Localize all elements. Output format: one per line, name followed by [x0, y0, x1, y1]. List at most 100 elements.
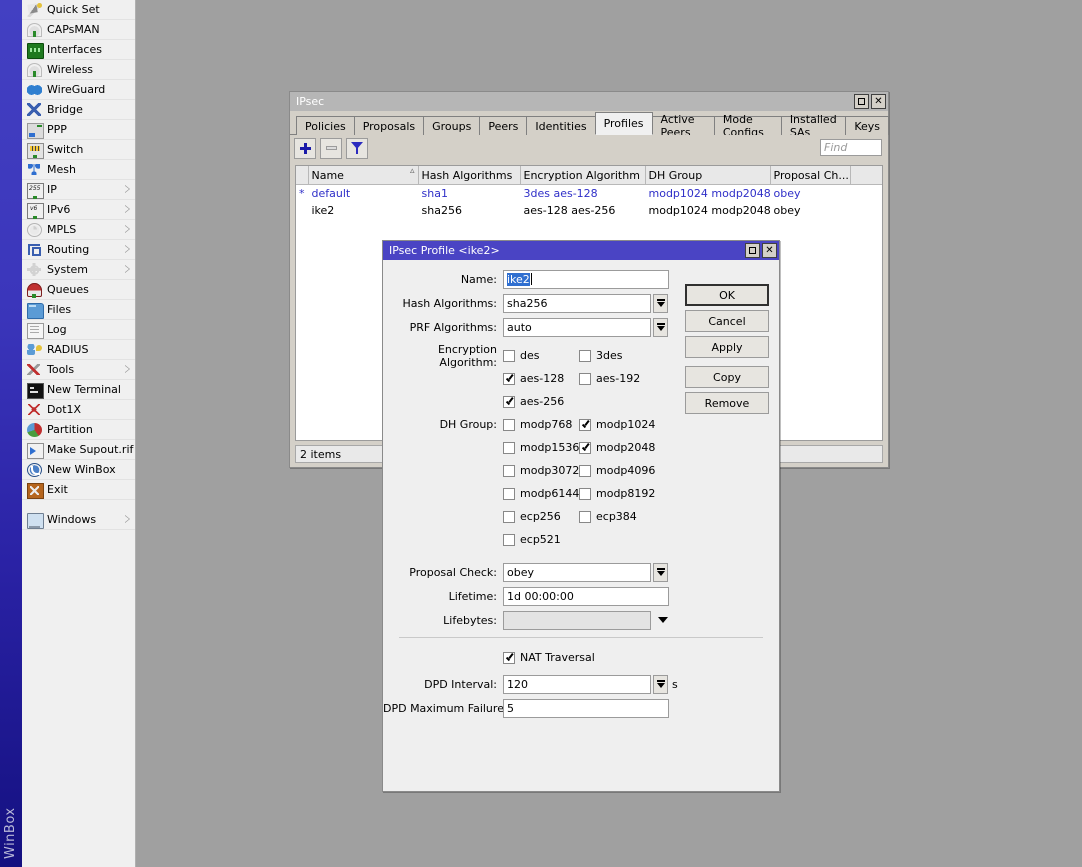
sidebar-item-new-winbox[interactable]: New WinBox — [22, 460, 135, 480]
checkbox-modp2048[interactable]: modp2048 — [579, 441, 655, 454]
checkbox-3des[interactable]: 3des — [579, 349, 622, 362]
tab-installed-sas[interactable]: Installed SAs — [780, 113, 847, 139]
tab-groups[interactable]: Groups — [423, 116, 481, 135]
checkbox-des[interactable]: des — [503, 349, 579, 362]
remove-button[interactable] — [320, 137, 342, 159]
checkbox-modp768[interactable]: modp768 — [503, 418, 579, 431]
sidebar-item-mesh[interactable]: Mesh — [22, 160, 135, 180]
dpd-interval-input[interactable]: 120 — [503, 674, 651, 694]
table-row[interactable]: ike2 sha256 aes-128 aes-256 modp1024 modp20… — [296, 202, 882, 219]
sidebar-item-windows[interactable]: Windows — [22, 510, 135, 530]
dialog-button-column[interactable]: OK Cancel Apply Copy Remove — [685, 284, 769, 418]
sidebar-item-files[interactable]: Files — [22, 300, 135, 320]
sidebar-item-ppp[interactable]: PPP — [22, 120, 135, 140]
ipsec-window-titlebar[interactable]: IPsec ✕ — [290, 92, 888, 111]
column-header-encryption-algorithm[interactable]: Encryption Algorithm — [520, 166, 646, 185]
find-input[interactable]: Find — [820, 139, 882, 156]
tab-proposals[interactable]: Proposals — [353, 116, 425, 135]
sidebar-item-capsman[interactable]: CAPsMAN — [22, 20, 135, 40]
sidebar-item-tools[interactable]: Tools — [22, 360, 135, 380]
sidebar-item-wireguard[interactable]: WireGuard — [22, 80, 135, 100]
sidebar-item-ip[interactable]: IP — [22, 180, 135, 200]
checkbox-modp6144[interactable]: modp6144 — [503, 487, 579, 500]
sidebar-item-routing[interactable]: Routing — [22, 240, 135, 260]
copy-button[interactable]: Copy — [685, 366, 769, 388]
sidebar-item-ipv6[interactable]: IPv6 — [22, 200, 135, 220]
table-row[interactable]: * default sha1 3des aes-128 modp1024 modp204… — [296, 185, 882, 203]
column-header-hash-algorithms[interactable]: Hash Algorithms — [418, 166, 521, 185]
tab-profiles[interactable]: Profiles — [594, 112, 653, 135]
sidebar-item-queues[interactable]: Queues — [22, 280, 135, 300]
checkbox-modp1024[interactable]: modp1024 — [579, 418, 655, 431]
checkbox-label: modp1536 — [520, 441, 580, 454]
tab-policies[interactable]: Policies — [296, 116, 355, 135]
sidebar-item-switch[interactable]: Switch — [22, 140, 135, 160]
add-button[interactable] — [294, 137, 316, 159]
tab-active-peers[interactable]: Active Peers — [651, 113, 715, 139]
sidebar-item-make-supout-rif[interactable]: Make Supout.rif — [22, 440, 135, 460]
proposal-check-dropdown-button[interactable] — [653, 562, 668, 582]
column-header-name[interactable]: Name — [308, 166, 419, 185]
sidebar-item-bridge[interactable]: Bridge — [22, 100, 135, 120]
sidebar-item-interfaces[interactable]: Interfaces — [22, 40, 135, 60]
sidebar-item-wireless[interactable]: Wireless — [22, 60, 135, 80]
sidebar-item-mpls[interactable]: MPLS — [22, 220, 135, 240]
checkbox-modp4096[interactable]: modp4096 — [579, 464, 655, 477]
prf-algorithms-dropdown-button[interactable] — [653, 317, 668, 337]
close-icon[interactable]: ✕ — [871, 94, 886, 109]
hash-algorithms-dropdown-button[interactable] — [653, 293, 668, 313]
sidebar-item-log[interactable]: Log — [22, 320, 135, 340]
ok-button[interactable]: OK — [685, 284, 769, 306]
ipsec-tabbar[interactable]: Policies Proposals Groups Peers Identities Pr… — [290, 111, 889, 139]
apply-button[interactable]: Apply — [685, 336, 769, 358]
close-icon[interactable]: ✕ — [762, 243, 777, 258]
dpd-max-failures-input[interactable]: 5 — [503, 698, 669, 718]
dpd-interval-spinner[interactable] — [653, 674, 668, 694]
lifebytes-dropdown-button[interactable] — [655, 611, 671, 630]
sidebar-item-new-terminal[interactable]: New Terminal — [22, 380, 135, 400]
sidebar-item-exit[interactable]: Exit — [22, 480, 135, 500]
main-menu-sidebar[interactable]: Quick Set CAPsMAN Interfaces Wireless WireGu… — [22, 0, 136, 867]
column-header-dh-group[interactable]: DH Group — [645, 166, 771, 185]
filter-button[interactable] — [346, 137, 368, 159]
checkbox-modp8192[interactable]: modp8192 — [579, 487, 655, 500]
column-header-proposal-check[interactable]: Proposal Ch... — [770, 166, 851, 185]
remove-button[interactable]: Remove — [685, 392, 769, 414]
chevron-down-icon — [658, 617, 668, 623]
checkbox-modp3072[interactable]: modp3072 — [503, 464, 579, 477]
tab-identities[interactable]: Identities — [526, 116, 596, 135]
tab-mode-configs[interactable]: Mode Configs — [713, 113, 782, 139]
checkbox-ecp384[interactable]: ecp384 — [579, 510, 637, 523]
profile-dialog-titlebar[interactable]: IPsec Profile <ike2> ✕ — [383, 241, 779, 260]
supout-icon — [26, 442, 44, 459]
mesh-icon — [26, 162, 43, 178]
restore-icon[interactable] — [745, 243, 760, 258]
checkbox-ecp256[interactable]: ecp256 — [503, 510, 579, 523]
ipsec-profile-dialog[interactable]: IPsec Profile <ike2> ✕ Name: ike2 Hash A… — [382, 240, 780, 792]
sidebar-item-radius[interactable]: RADIUS — [22, 340, 135, 360]
lifetime-input[interactable]: 1d 00:00:00 — [503, 586, 669, 606]
name-input[interactable]: ike2 — [503, 269, 669, 289]
checkbox-ecp521[interactable]: ecp521 — [503, 533, 579, 546]
checkbox-modp1536[interactable]: modp1536 — [503, 441, 579, 454]
checkbox-aes-256[interactable]: aes-256 — [503, 395, 579, 408]
tab-peers[interactable]: Peers — [479, 116, 528, 135]
ipsec-toolbar[interactable]: Find — [290, 135, 888, 161]
sidebar-item-partition[interactable]: Partition — [22, 420, 135, 440]
lifebytes-input[interactable] — [503, 610, 651, 630]
menu-separator — [22, 500, 135, 510]
hash-algorithms-input[interactable]: sha256 — [503, 293, 651, 313]
name-label: Name: — [460, 272, 497, 286]
nat-traversal-checkbox[interactable]: NAT Traversal — [503, 651, 595, 664]
restore-icon[interactable] — [854, 94, 869, 109]
cancel-button[interactable]: Cancel — [685, 310, 769, 332]
chevron-down-icon — [656, 568, 665, 576]
sidebar-item-dot1x[interactable]: Dot1X — [22, 400, 135, 420]
prf-algorithms-input[interactable]: auto — [503, 317, 651, 337]
tab-keys[interactable]: Keys — [845, 116, 889, 135]
checkbox-aes-128[interactable]: aes-128 — [503, 372, 579, 385]
checkbox-aes-192[interactable]: aes-192 — [579, 372, 640, 385]
sidebar-item-system[interactable]: System — [22, 260, 135, 280]
sidebar-item-quick-set[interactable]: Quick Set — [22, 0, 135, 20]
proposal-check-input[interactable]: obey — [503, 562, 651, 582]
